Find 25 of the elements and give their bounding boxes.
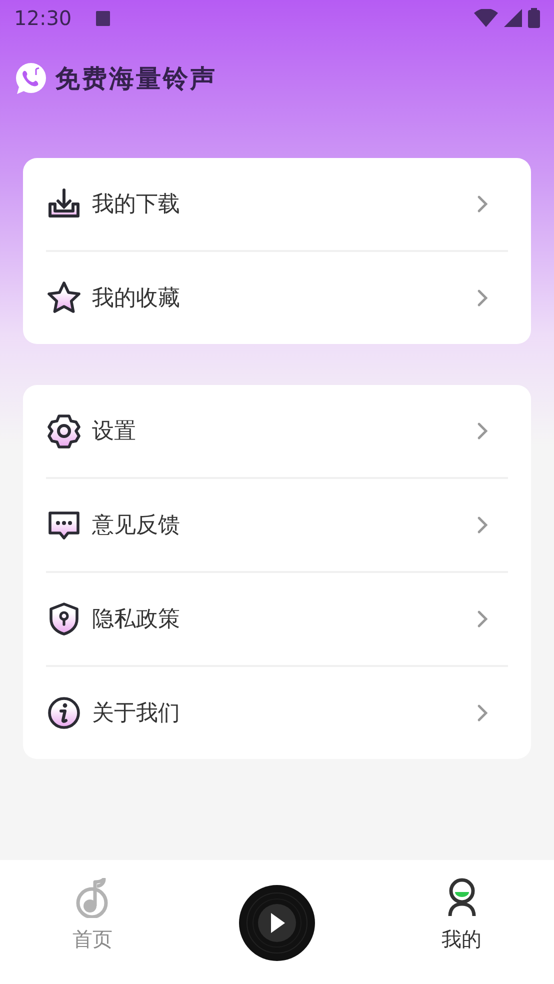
chevron-right-icon — [476, 609, 490, 629]
chevron-right-icon — [476, 703, 490, 723]
star-icon — [46, 280, 82, 316]
menu-item[interactable]: 设置 — [92, 416, 466, 446]
menu-item[interactable]: 隐私政策 — [92, 604, 466, 634]
app-logo-icon — [15, 62, 47, 94]
keyboard-icon — [96, 10, 110, 26]
menu-item[interactable]: 关于我们 — [92, 698, 466, 728]
chevron-right-icon — [476, 288, 490, 308]
chevron-right-icon — [476, 515, 490, 535]
nav-tab[interactable]: 我的 — [369, 860, 554, 984]
wifi-icon — [474, 9, 498, 27]
chevron-right-icon — [476, 194, 490, 214]
music-note-icon — [74, 878, 110, 918]
info-icon — [46, 695, 82, 731]
menu-item[interactable]: 意见反馈 — [92, 510, 466, 540]
signal-icon — [504, 9, 522, 27]
app-title: 免费海量铃声 — [55, 63, 217, 95]
chevron-right-icon — [476, 421, 490, 441]
battery-icon — [528, 8, 540, 28]
status-time: 12:30 — [14, 6, 72, 30]
record-play-button[interactable] — [238, 884, 316, 962]
menu-item[interactable]: 我的收藏 — [92, 283, 466, 313]
gear-icon — [46, 413, 82, 449]
menu-item[interactable]: 我的下载 — [92, 189, 466, 219]
